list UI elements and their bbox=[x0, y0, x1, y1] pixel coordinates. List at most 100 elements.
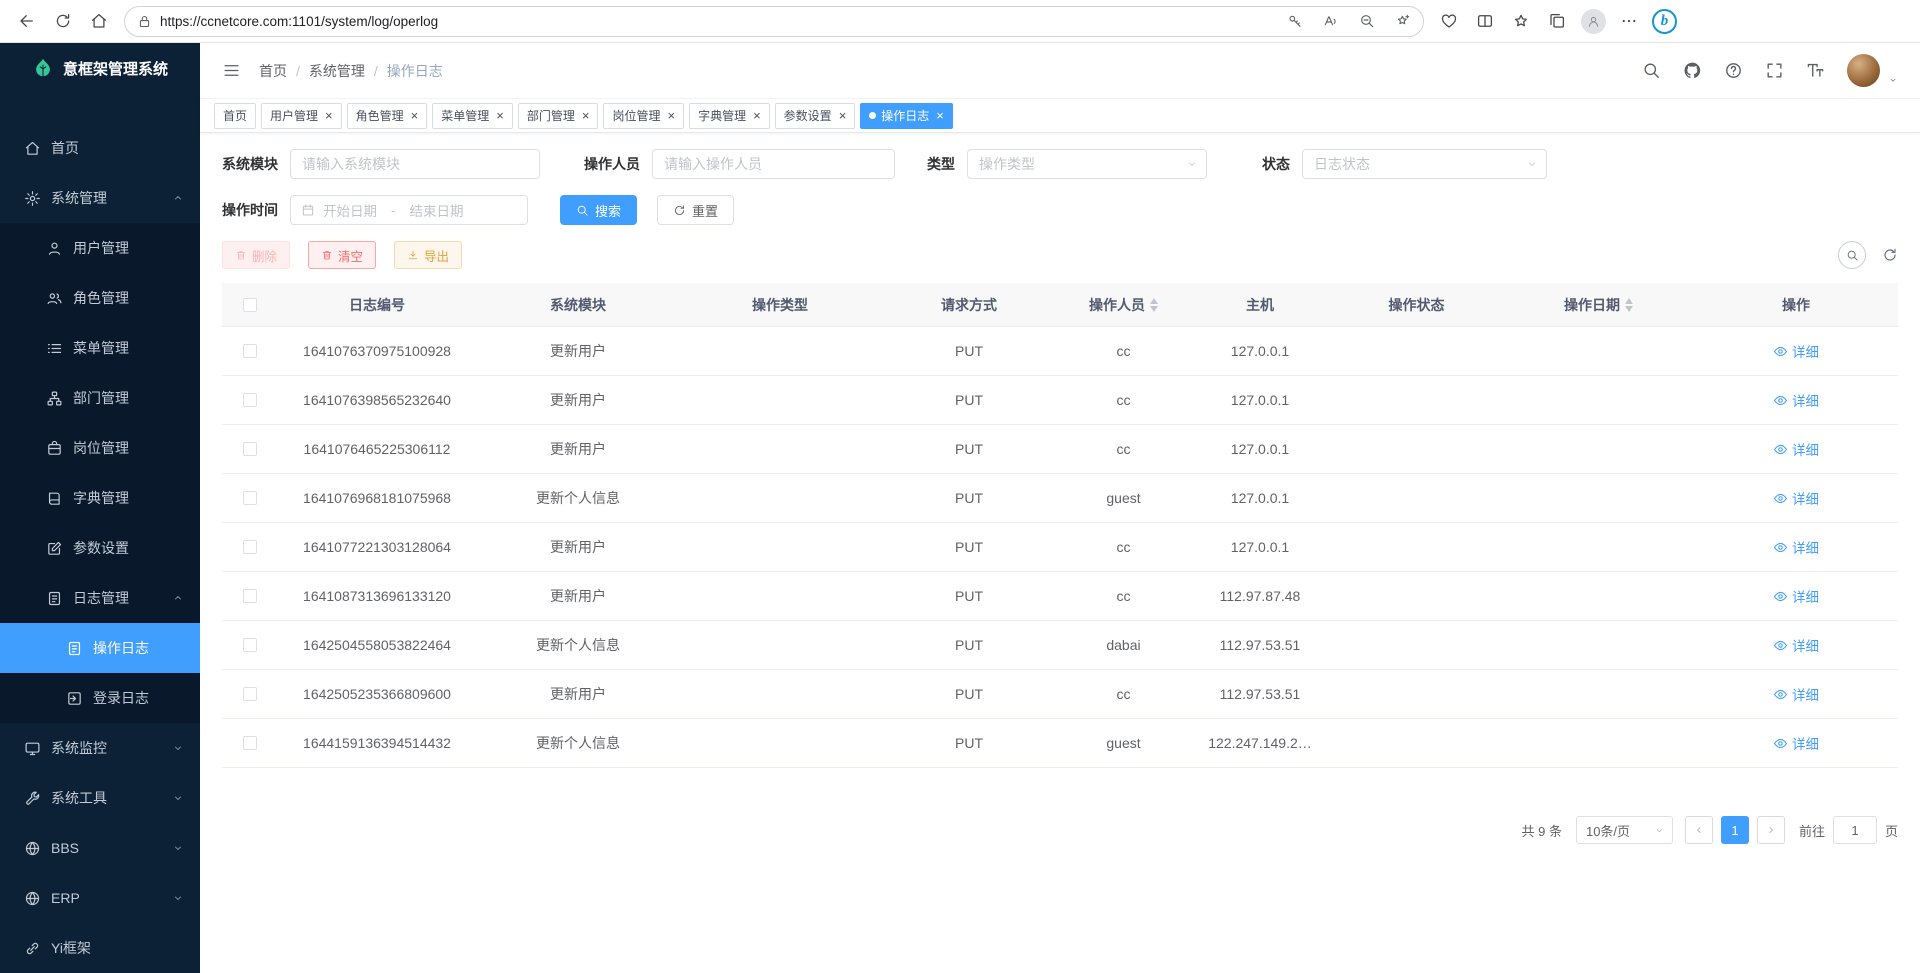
detail-link[interactable]: 详细 bbox=[1773, 341, 1819, 361]
status-select[interactable]: 日志状态 bbox=[1302, 149, 1547, 179]
tab-close-icon[interactable]: × bbox=[496, 109, 504, 122]
tab-close-icon[interactable]: × bbox=[411, 109, 419, 122]
clear-button[interactable]: 清空 bbox=[308, 241, 376, 269]
detail-link[interactable]: 详细 bbox=[1773, 684, 1819, 704]
tab-5[interactable]: 岗位管理 × bbox=[603, 103, 684, 129]
tab-3[interactable]: 菜单管理 × bbox=[432, 103, 513, 129]
goto-page-input[interactable] bbox=[1833, 816, 1877, 844]
sidebar-item-8[interactable]: 参数设置 bbox=[0, 523, 200, 573]
sidebar-item-12[interactable]: 系统监控 bbox=[0, 723, 200, 773]
breadcrumb-home[interactable]: 首页 bbox=[259, 61, 287, 81]
row-checkbox[interactable] bbox=[243, 491, 257, 505]
type-select[interactable]: 操作类型 bbox=[967, 149, 1207, 179]
read-aloud-icon[interactable] bbox=[1317, 8, 1345, 34]
date-range-picker[interactable]: 开始日期 - 结束日期 bbox=[290, 195, 528, 225]
detail-link[interactable]: 详细 bbox=[1773, 488, 1819, 508]
sidebar-item-5[interactable]: 部门管理 bbox=[0, 373, 200, 423]
tab-8[interactable]: 操作日志 × bbox=[860, 103, 953, 129]
tab-4[interactable]: 部门管理 × bbox=[518, 103, 599, 129]
prev-page-button[interactable] bbox=[1685, 816, 1713, 844]
next-page-button[interactable] bbox=[1757, 816, 1785, 844]
sidebar-item-2[interactable]: 用户管理 bbox=[0, 223, 200, 273]
sidebar-item-6[interactable]: 岗位管理 bbox=[0, 423, 200, 473]
address-bar[interactable]: https://ccnetcore.com:1101/system/log/op… bbox=[124, 6, 1424, 37]
search-button[interactable]: 搜索 bbox=[560, 195, 637, 225]
tab-6[interactable]: 字典管理 × bbox=[689, 103, 770, 129]
sidebar-item-16[interactable]: Yi框架 bbox=[0, 923, 200, 973]
browser-essentials-icon[interactable] bbox=[1432, 4, 1466, 38]
tab-close-icon[interactable]: × bbox=[325, 109, 333, 122]
sidebar-item-14[interactable]: BBS bbox=[0, 823, 200, 873]
toggle-search-icon[interactable] bbox=[1838, 241, 1866, 269]
sidebar-item-9[interactable]: 日志管理 bbox=[0, 573, 200, 623]
row-checkbox[interactable] bbox=[243, 687, 257, 701]
sidebar-item-15[interactable]: ERP bbox=[0, 873, 200, 923]
tab-1[interactable]: 用户管理 × bbox=[261, 103, 342, 129]
row-checkbox[interactable] bbox=[243, 589, 257, 603]
tab-2[interactable]: 角色管理 × bbox=[347, 103, 428, 129]
col-header-operator[interactable]: 操作人员 bbox=[1057, 283, 1190, 326]
font-size-icon[interactable] bbox=[1806, 61, 1825, 80]
sort-icons[interactable] bbox=[1150, 298, 1158, 312]
tab-close-icon[interactable]: × bbox=[839, 109, 847, 122]
row-checkbox[interactable] bbox=[243, 393, 257, 407]
zoom-out-icon[interactable] bbox=[1353, 8, 1381, 34]
tab-close-icon[interactable]: × bbox=[667, 109, 675, 122]
page-number-1[interactable]: 1 bbox=[1721, 816, 1749, 844]
browser-profile-avatar[interactable] bbox=[1576, 4, 1610, 38]
detail-link[interactable]: 详细 bbox=[1773, 390, 1819, 410]
tab-0[interactable]: 首页 bbox=[214, 103, 256, 129]
operator-input[interactable] bbox=[652, 149, 895, 179]
tab-7[interactable]: 参数设置 × bbox=[775, 103, 856, 129]
row-checkbox[interactable] bbox=[243, 442, 257, 456]
collections-icon[interactable] bbox=[1540, 4, 1574, 38]
end-date-placeholder[interactable]: 结束日期 bbox=[410, 200, 464, 220]
row-checkbox[interactable] bbox=[243, 638, 257, 652]
fullscreen-icon[interactable] bbox=[1765, 61, 1784, 80]
avatar-caret-icon[interactable] bbox=[1888, 75, 1898, 85]
sidebar-item-3[interactable]: 角色管理 bbox=[0, 273, 200, 323]
tab-close-icon[interactable]: × bbox=[753, 109, 761, 122]
refresh-table-icon[interactable] bbox=[1882, 247, 1898, 263]
export-button[interactable]: 导出 bbox=[394, 241, 462, 269]
tab-close-icon[interactable]: × bbox=[582, 109, 590, 122]
start-date-placeholder[interactable]: 开始日期 bbox=[323, 200, 377, 220]
col-header-date[interactable]: 操作日期 bbox=[1503, 283, 1694, 326]
browser-menu-icon[interactable] bbox=[1612, 4, 1646, 38]
detail-link[interactable]: 详细 bbox=[1773, 733, 1819, 753]
bing-copilot-icon[interactable]: b bbox=[1652, 9, 1677, 34]
user-avatar[interactable] bbox=[1847, 54, 1880, 87]
sidebar-toggle-icon[interactable] bbox=[222, 61, 241, 80]
sidebar-item-7[interactable]: 字典管理 bbox=[0, 473, 200, 523]
sidebar-item-4[interactable]: 菜单管理 bbox=[0, 323, 200, 373]
sidebar-item-13[interactable]: 系统工具 bbox=[0, 773, 200, 823]
row-checkbox[interactable] bbox=[243, 736, 257, 750]
module-input[interactable] bbox=[290, 149, 540, 179]
delete-button[interactable]: 删除 bbox=[222, 241, 290, 269]
page-size-select[interactable]: 10条/页 bbox=[1576, 816, 1673, 844]
sidebar-item-11[interactable]: 登录日志 bbox=[0, 673, 200, 723]
detail-link[interactable]: 详细 bbox=[1773, 439, 1819, 459]
detail-link[interactable]: 详细 bbox=[1773, 586, 1819, 606]
breadcrumb-system[interactable]: 系统管理 bbox=[309, 61, 365, 81]
sidebar-item-0[interactable]: 首页 bbox=[0, 123, 200, 173]
sidebar-item-10[interactable]: 操作日志 bbox=[0, 623, 200, 673]
url-text[interactable]: https://ccnetcore.com:1101/system/log/op… bbox=[160, 14, 1273, 29]
back-icon[interactable] bbox=[10, 4, 44, 38]
select-all-checkbox[interactable] bbox=[243, 298, 257, 312]
row-checkbox[interactable] bbox=[243, 344, 257, 358]
help-icon[interactable] bbox=[1724, 61, 1743, 80]
sidebar-item-1[interactable]: 系统管理 bbox=[0, 173, 200, 223]
password-key-icon[interactable] bbox=[1281, 8, 1309, 34]
add-favorite-icon[interactable] bbox=[1389, 8, 1417, 34]
favorites-icon[interactable] bbox=[1504, 4, 1538, 38]
row-checkbox[interactable] bbox=[243, 540, 257, 554]
sort-icons[interactable] bbox=[1625, 298, 1633, 312]
github-icon[interactable] bbox=[1683, 61, 1702, 80]
detail-link[interactable]: 详细 bbox=[1773, 537, 1819, 557]
browser-home-icon[interactable] bbox=[82, 4, 116, 38]
refresh-page-icon[interactable] bbox=[46, 4, 80, 38]
header-search-icon[interactable] bbox=[1642, 61, 1661, 80]
split-screen-icon[interactable] bbox=[1468, 4, 1502, 38]
detail-link[interactable]: 详细 bbox=[1773, 635, 1819, 655]
